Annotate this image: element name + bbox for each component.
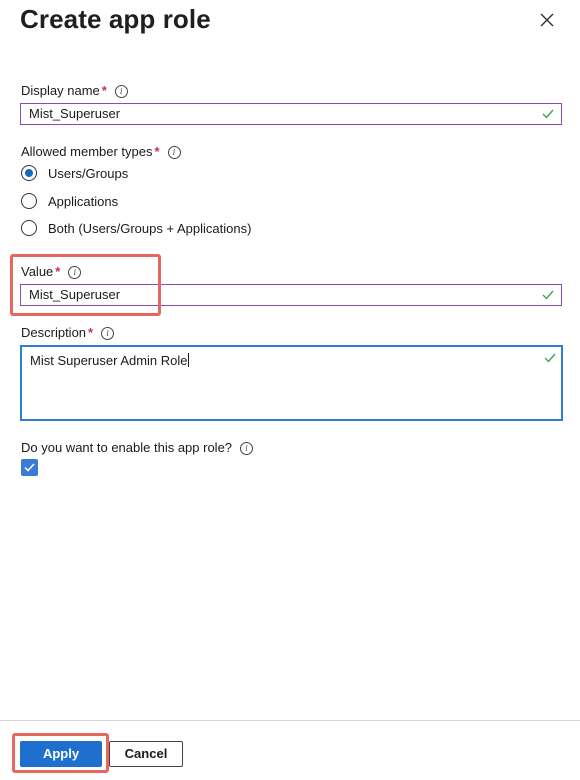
radio-label: Users/Groups (48, 165, 129, 181)
highlight-box (12, 733, 109, 773)
highlight-box (10, 254, 161, 316)
radio-applications[interactable]: Applications (21, 192, 118, 210)
close-icon[interactable] (536, 9, 558, 31)
radio-unselected-icon (21, 220, 37, 236)
description-textarea[interactable]: Mist Superuser Admin Role (20, 345, 563, 421)
enable-checkbox[interactable] (21, 459, 38, 476)
display-name-label: Display name * i (21, 83, 128, 98)
cancel-button[interactable]: Cancel (109, 741, 183, 767)
valid-check-icon (542, 109, 554, 119)
radio-both[interactable]: Both (Users/Groups + Applications) (21, 219, 251, 237)
create-app-role-panel: Create app role Display name * i Mist_Supe… (0, 0, 580, 780)
required-marker: * (88, 325, 94, 340)
info-icon[interactable]: i (167, 146, 181, 159)
required-marker: * (154, 144, 160, 159)
radio-label: Both (Users/Groups + Applications) (48, 220, 252, 236)
info-icon[interactable]: i (240, 442, 254, 455)
info-icon[interactable]: i (114, 85, 128, 98)
display-name-field[interactable]: Mist_Superuser (20, 103, 562, 125)
enable-label: Do you want to enable this app role? i (21, 440, 254, 455)
required-marker: * (101, 83, 107, 98)
panel-title: Create app role (20, 4, 211, 34)
radio-unselected-icon (21, 193, 37, 209)
radio-label: Applications (48, 193, 119, 209)
footer-divider (0, 720, 580, 721)
checkmark-icon (24, 463, 35, 472)
member-types-label: Allowed member types * i (21, 144, 181, 159)
text-caret (187, 353, 189, 367)
radio-users-groups[interactable]: Users/Groups (21, 164, 128, 182)
info-icon[interactable]: i (101, 327, 115, 340)
description-label: Description * i (21, 325, 115, 340)
radio-selected-icon (21, 165, 37, 181)
valid-check-icon (542, 290, 554, 300)
valid-check-icon (544, 353, 556, 363)
